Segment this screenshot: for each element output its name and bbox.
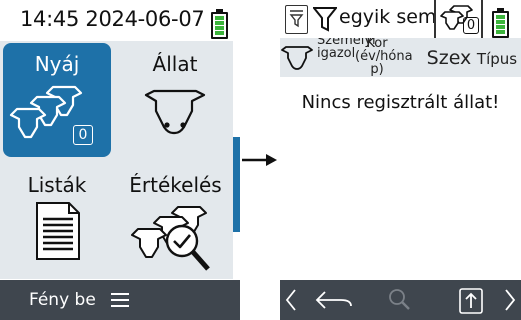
upload-icon[interactable]: [459, 288, 483, 314]
main-menu-screen: 14:45 2024-06-07 Nyáj 0 Állat Listák Ért…: [0, 0, 240, 320]
column-header-sex[interactable]: Szex: [425, 49, 473, 68]
empty-message: Nincs regisztrált állat!: [301, 92, 500, 113]
tile-herd[interactable]: Nyáj 0: [3, 43, 111, 157]
menu-grid: Nyáj 0 Állat Listák Értékelés: [0, 41, 233, 279]
filter-value[interactable]: egyik sem: [339, 6, 434, 28]
tile-animal-label: Állat: [152, 52, 198, 76]
filter-list-button[interactable]: [285, 5, 308, 34]
divider: [481, 0, 483, 38]
document-list-icon: [36, 202, 80, 260]
chevron-left-icon[interactable]: [285, 288, 297, 312]
column-header-id[interactable]: Személyi igazol: [317, 38, 376, 60]
tile-evaluation-label: Értékelés: [129, 173, 222, 197]
column-header-type[interactable]: Típus: [473, 52, 521, 67]
funnel-icon[interactable]: [313, 6, 337, 32]
tile-evaluation[interactable]: Értékelés: [118, 165, 233, 277]
tile-lists[interactable]: Listák: [3, 165, 111, 277]
status-bar: 14:45 2024-06-07: [0, 0, 240, 41]
chevron-right-icon[interactable]: [504, 288, 516, 312]
herd-count-badge: 0: [73, 125, 93, 145]
table-header: Személyi igazol Kor (év/hóna p) Szex Típ…: [280, 38, 521, 77]
bottom-bar: [280, 280, 521, 320]
filter-bar: egyik sem 0: [280, 0, 521, 38]
tile-herd-label: Nyáj: [34, 52, 80, 76]
cow-head-icon: [144, 89, 206, 135]
animal-list-screen: egyik sem 0 Személyi igazol Kor (év/hóna…: [280, 0, 521, 320]
clock: 14:45 2024-06-07: [20, 7, 205, 31]
herd-select-badge: 0: [463, 17, 479, 34]
evaluation-icon: [131, 206, 210, 271]
scrollbar[interactable]: [233, 137, 240, 232]
tile-lists-label: Listák: [27, 173, 87, 197]
arrow-right-icon: [242, 154, 277, 166]
filter-document-icon: [289, 10, 304, 28]
tile-animal[interactable]: Állat: [120, 43, 230, 157]
hamburger-icon[interactable]: [111, 292, 129, 308]
bottom-bar: Fény be: [0, 280, 240, 320]
search-icon[interactable]: [387, 287, 411, 311]
column-header-age[interactable]: Kor (év/hóna p): [355, 38, 413, 76]
cow-head-icon: [281, 46, 313, 70]
light-on-button[interactable]: Fény be: [29, 290, 96, 310]
back-icon[interactable]: [313, 289, 355, 311]
battery-icon: [492, 8, 509, 38]
battery-icon: [211, 9, 228, 39]
divider: [434, 0, 436, 38]
